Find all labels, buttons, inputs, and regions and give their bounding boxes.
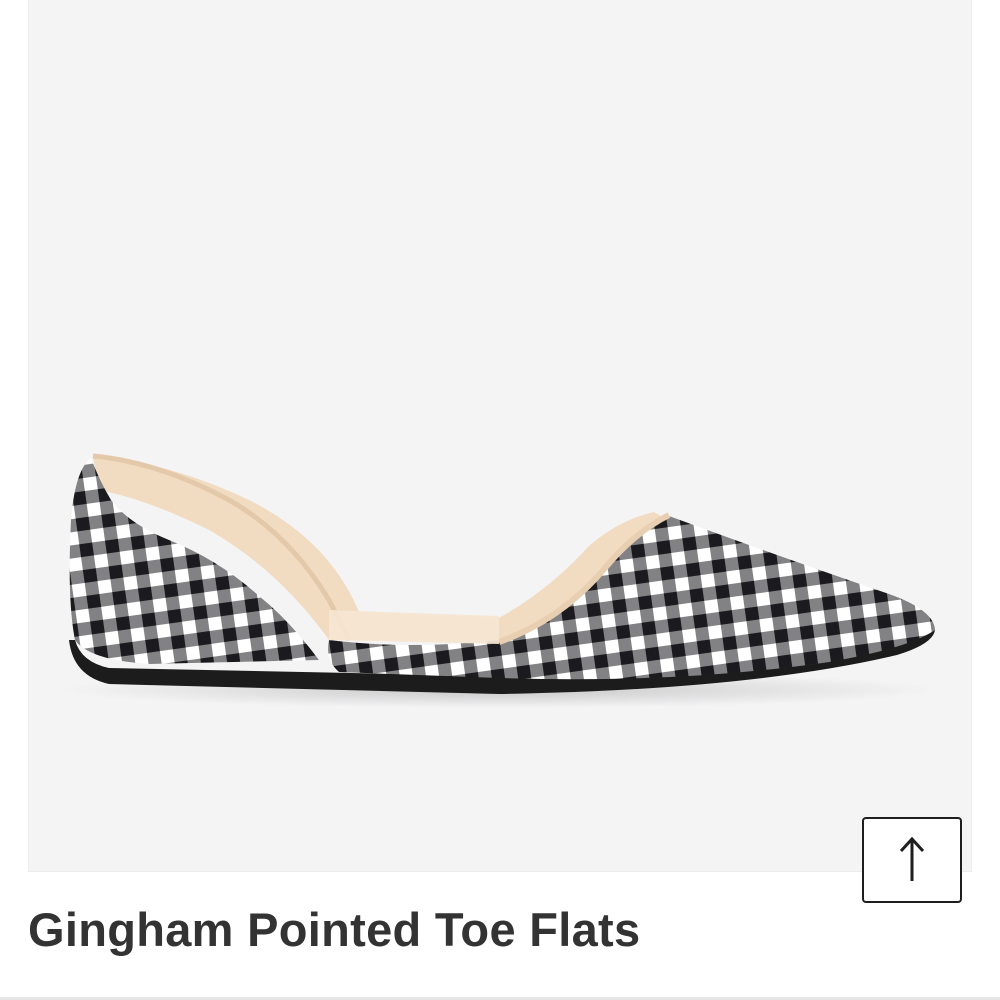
arrow-up-icon (899, 836, 925, 881)
product-image[interactable] (28, 0, 972, 872)
shoe-arch-strip (329, 610, 499, 644)
scroll-to-top-button[interactable] (862, 817, 962, 903)
product-title: Gingham Pointed Toe Flats (28, 903, 641, 956)
shoe-image (59, 453, 939, 708)
product-page: Gingham Pointed Toe Flats (0, 0, 1000, 1000)
